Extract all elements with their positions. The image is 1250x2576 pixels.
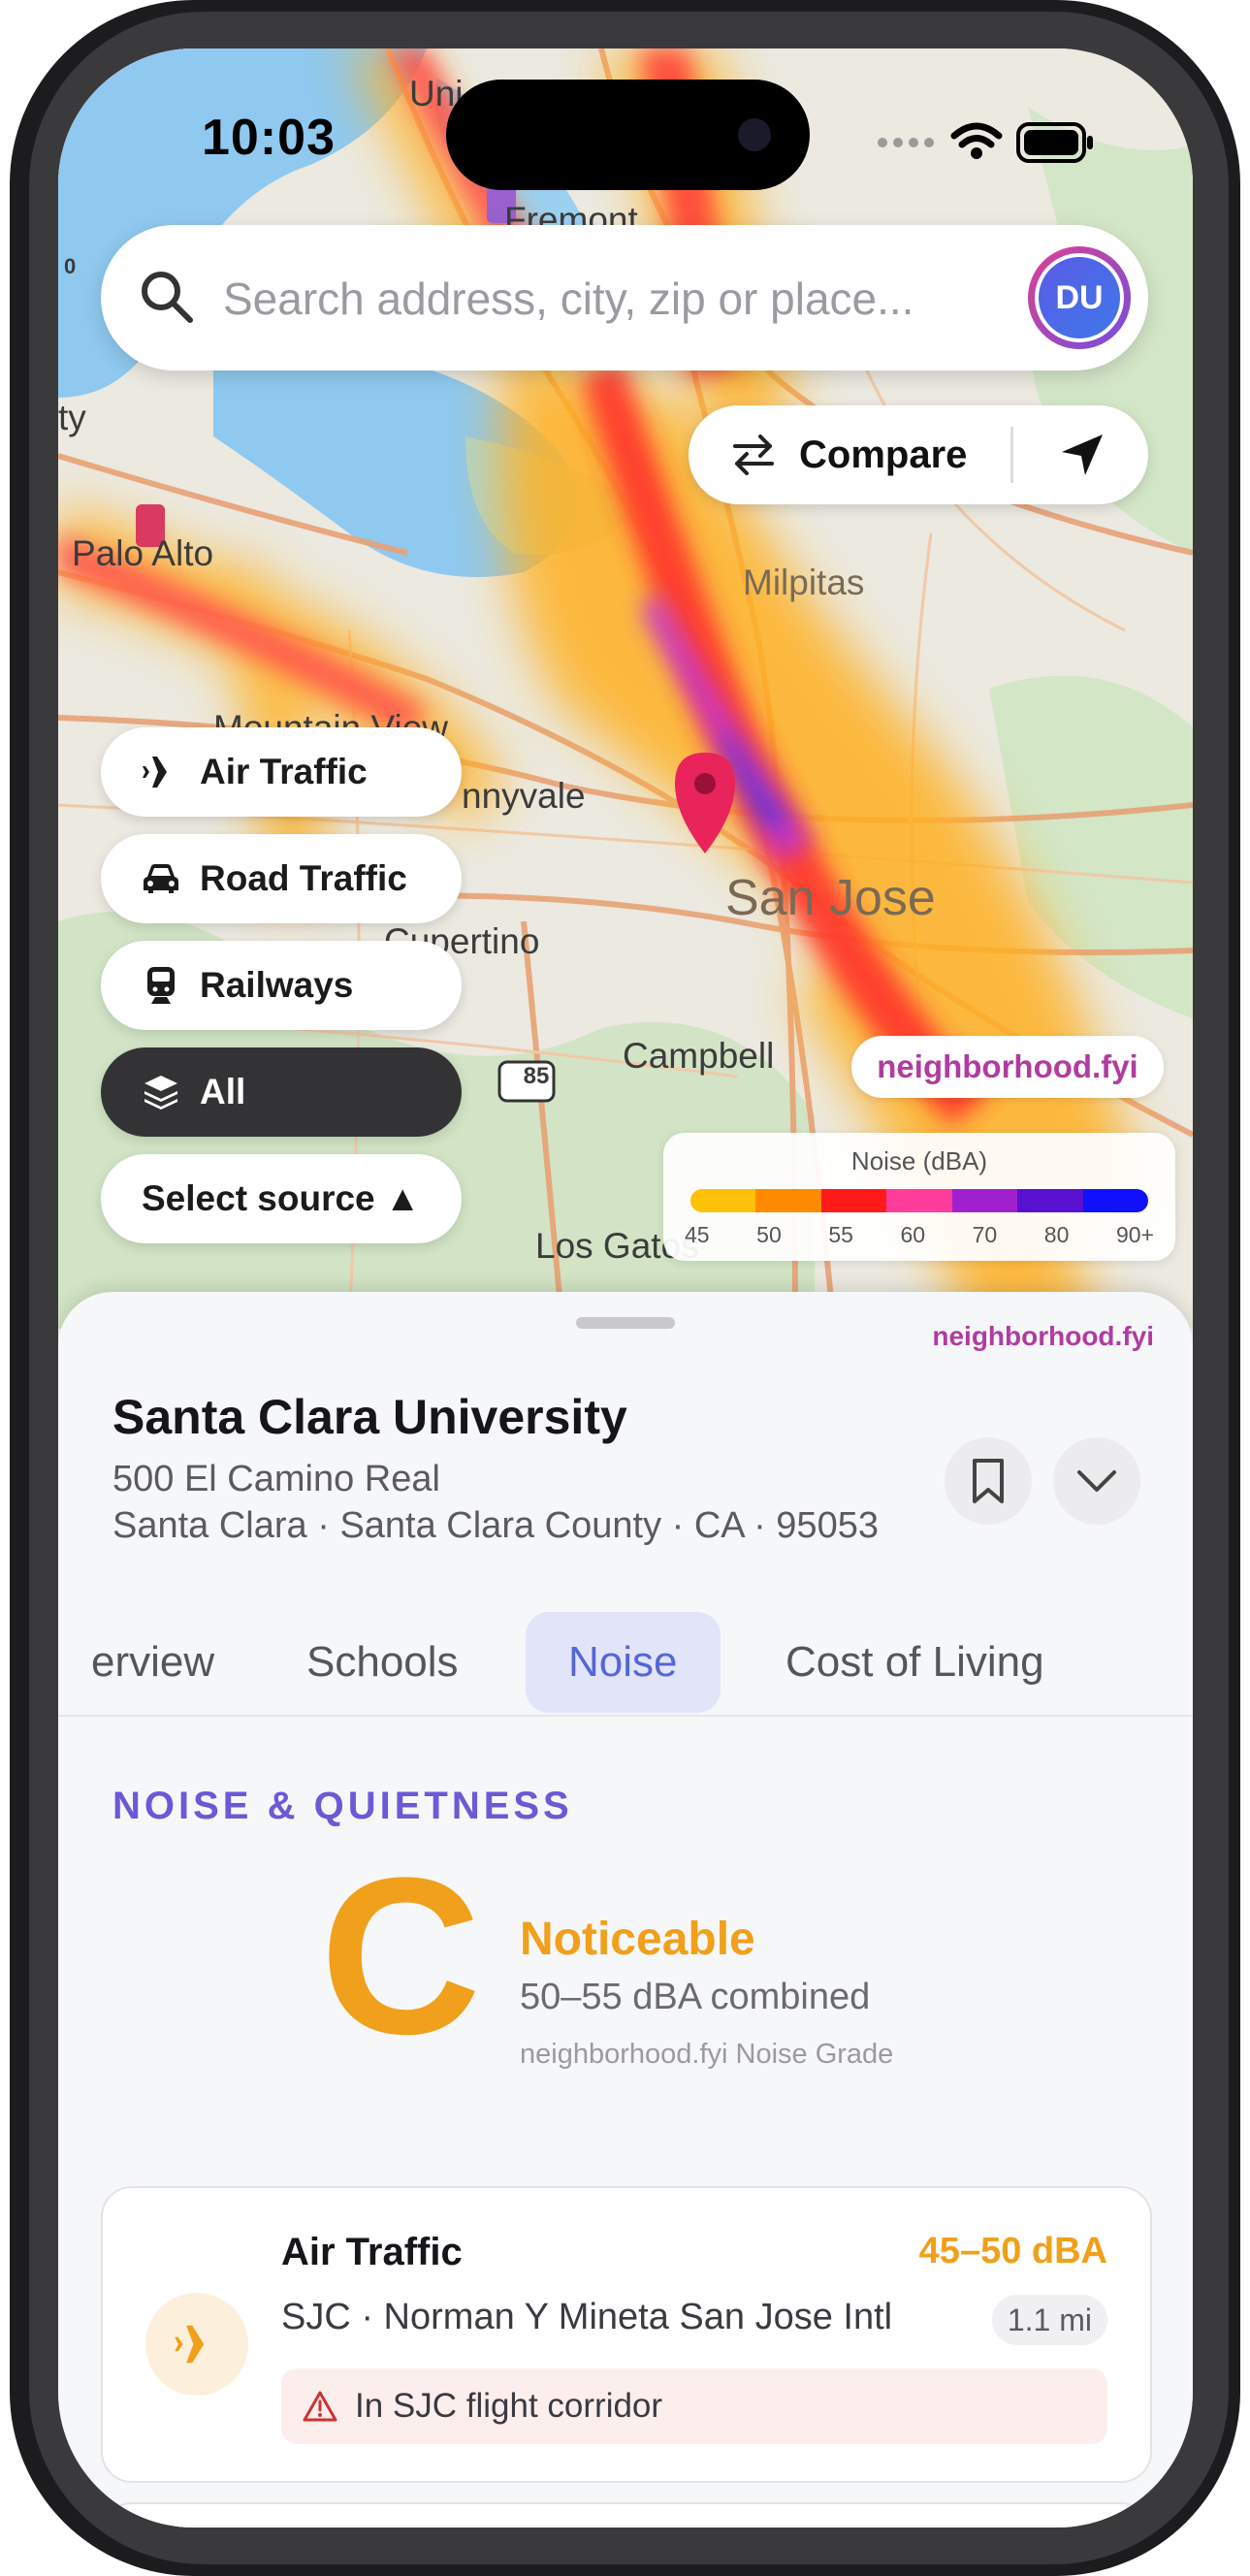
app-screen: Uni Fremont ty 0 Palo Alto Milpitas Moun… [58, 48, 1193, 2528]
noise-range: 50–55 dBA combined [520, 1977, 871, 2017]
legend-tick: 55 [828, 1222, 853, 1247]
layer-road-traffic[interactable]: Road Traffic [101, 834, 462, 923]
legend-tick: 45 [685, 1222, 710, 1247]
tab-overview[interactable]: erview [91, 1612, 214, 1713]
legend-swatch [886, 1189, 952, 1212]
warning-icon [303, 2391, 337, 2422]
source-value: 45–50 dBA [918, 2231, 1107, 2271]
tab-noise[interactable]: Noise [526, 1612, 721, 1713]
compare-label: Compare [799, 433, 968, 476]
battery-icon [1016, 122, 1093, 163]
search-input[interactable] [221, 262, 981, 336]
layer-label: Air Traffic [200, 752, 368, 791]
place-name: Santa Clara University [112, 1390, 627, 1444]
map-label-edge: ty [58, 398, 86, 437]
legend-swatch [1017, 1189, 1083, 1212]
collapse-button[interactable] [1053, 1437, 1140, 1525]
map-highway-shield: 85 [523, 1063, 550, 1089]
legend-color-scale [690, 1189, 1148, 1212]
dynamic-island [446, 80, 810, 190]
layer-railways[interactable]: Railways [101, 941, 462, 1030]
sheet-drag-handle[interactable] [576, 1317, 675, 1329]
detail-tabs: erview Schools Noise Cost of Living [58, 1602, 1193, 1717]
noise-grade-caption: neighborhood.fyi Noise Grade [520, 2039, 894, 2070]
place-address: 500 El Camino Real [112, 1459, 440, 1499]
signal-icon [878, 138, 934, 147]
airplane-icon [145, 2293, 248, 2396]
legend-ticks: 45 50 55 60 70 80 90+ [685, 1222, 1154, 1248]
source-airport: SJC · Norman Y Mineta San Jose Intl [281, 2297, 893, 2337]
legend-tick: 50 [756, 1222, 782, 1247]
compare-button[interactable]: Compare [689, 405, 1009, 504]
swap-arrows-icon [733, 435, 774, 475]
pill-divider [1010, 427, 1013, 483]
select-source-button[interactable]: Select source ▲ [101, 1154, 462, 1243]
place-details-sheet: neighborhood.fyi Santa Clara University … [58, 1292, 1193, 2528]
legend-swatch [1082, 1189, 1148, 1212]
legend-swatch [755, 1189, 821, 1212]
map-label-campbell: Campbell [623, 1036, 775, 1076]
navigation-arrow-icon [1062, 435, 1103, 475]
layer-label: Railways [200, 965, 354, 1005]
map-scale-zero: 0 [64, 254, 77, 278]
source-title: Air Traffic [281, 2231, 463, 2273]
layers-icon [140, 1073, 182, 1111]
bookmark-icon [973, 1459, 1004, 1503]
layer-all[interactable]: All [101, 1047, 462, 1137]
layer-label: All [200, 1072, 246, 1111]
legend-tick: 90+ [1115, 1222, 1154, 1247]
legend-swatch [951, 1189, 1018, 1212]
chevron-down-icon [1077, 1470, 1116, 1492]
section-title: NOISE & QUIETNESS [112, 1785, 573, 1827]
place-location: Santa Clara · Santa Clara County · CA · … [112, 1505, 879, 1546]
avatar[interactable]: DU [1028, 246, 1131, 349]
map-label-palo-alto: Palo Alto [72, 533, 214, 573]
car-icon [140, 861, 182, 896]
status-icons [875, 118, 1098, 172]
legend-title: Noise (dBA) [850, 1146, 988, 1175]
noise-legend: Noise (dBA) 45 50 55 60 70 80 90+ [663, 1133, 1175, 1261]
select-source-label: Select source ▲ [142, 1178, 421, 1218]
legend-swatch [690, 1189, 756, 1212]
train-icon [140, 965, 182, 1006]
alert-text: In SJC flight corridor [355, 2387, 663, 2425]
legend-tick: 80 [1043, 1222, 1070, 1247]
tab-schools[interactable]: Schools [306, 1612, 459, 1713]
layer-air-traffic[interactable]: Air Traffic [101, 727, 462, 817]
map-label-sunnyvale: nnyvale [462, 776, 586, 816]
distance-badge: 1.1 mi [991, 2295, 1107, 2345]
search-icon [142, 272, 193, 323]
flight-corridor-alert: In SJC flight corridor [281, 2368, 1107, 2444]
status-time: 10:03 [202, 110, 336, 166]
map-brand-watermark: neighborhood.fyi [851, 1036, 1164, 1098]
sheet-brand: neighborhood.fyi [932, 1321, 1154, 1351]
bookmark-button[interactable] [945, 1437, 1032, 1525]
layer-label: Road Traffic [200, 858, 407, 898]
wifi-icon [950, 122, 1003, 148]
noise-grade-label: Noticeable [520, 1914, 755, 1965]
legend-tick: 60 [900, 1222, 926, 1247]
noise-source-card[interactable]: Air Traffic 45–50 dBA SJC · Norman Y Min… [101, 2186, 1152, 2483]
airplane-icon [140, 753, 182, 791]
map-label-milpitas: Milpitas [743, 563, 865, 602]
legend-tick: 70 [972, 1222, 998, 1247]
map-actions-pill: Compare [689, 405, 1148, 504]
avatar-initials: DU [1035, 253, 1124, 342]
map-label-san-jose: San Jose [725, 870, 936, 926]
noise-grade-letter: C [320, 1831, 482, 2080]
search-bar[interactable]: DU [101, 225, 1148, 370]
tab-cost-of-living[interactable]: Cost of Living [785, 1612, 1044, 1713]
my-location-button[interactable] [1016, 405, 1148, 504]
front-camera [738, 118, 771, 151]
next-source-card[interactable] [101, 2502, 1152, 2528]
status-indicators [878, 122, 1093, 163]
noise-map[interactable]: Uni Fremont ty 0 Palo Alto Milpitas Moun… [58, 48, 1193, 1329]
legend-swatch [820, 1189, 887, 1212]
